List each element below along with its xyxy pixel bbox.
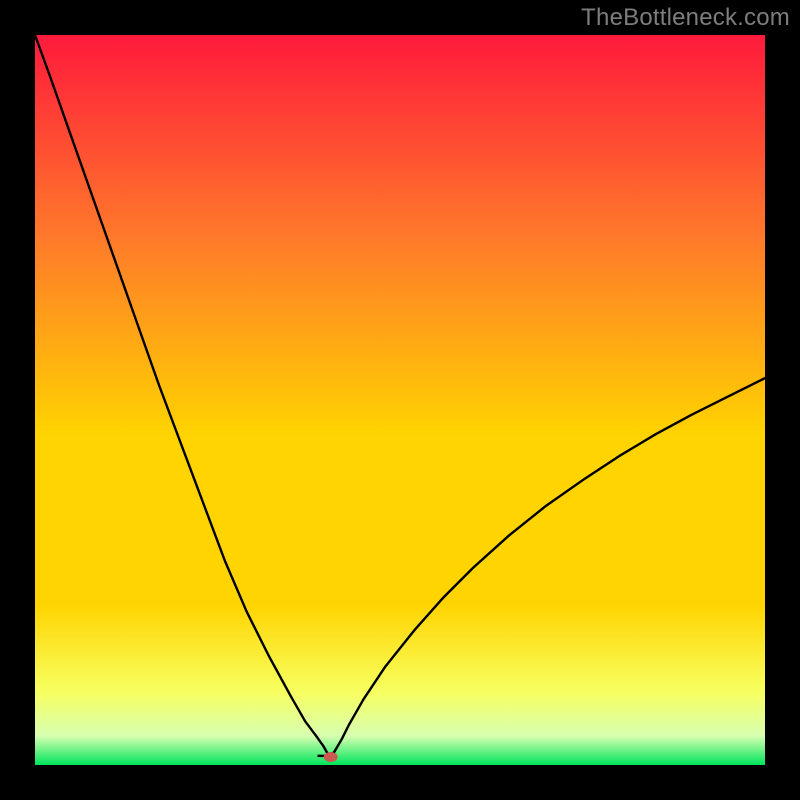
optimal-point-marker bbox=[324, 752, 338, 762]
watermark-text: TheBottleneck.com bbox=[581, 4, 790, 32]
gradient-background bbox=[35, 35, 765, 765]
plot-area bbox=[35, 35, 765, 765]
bottleneck-chart bbox=[35, 35, 765, 765]
outer-frame: TheBottleneck.com bbox=[0, 0, 800, 800]
